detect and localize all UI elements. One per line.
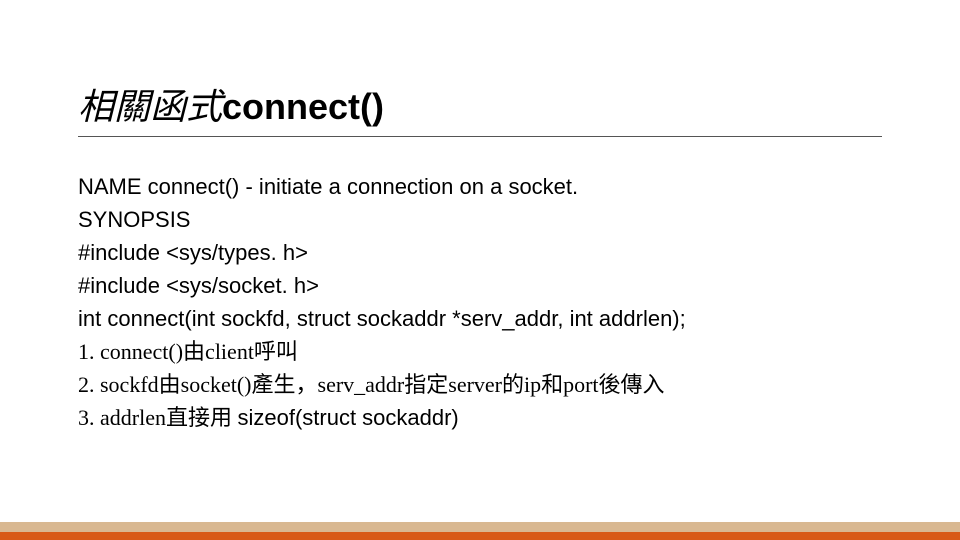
slide-title: 相關函式connect() [78, 78, 882, 137]
slide: { "title": { "cjk": "相關函式", "latin": "co… [0, 0, 960, 540]
footer-orange [0, 532, 960, 540]
line-synopsis: SYNOPSIS [78, 203, 898, 236]
line-include-2: #include <sys/socket. h> [78, 269, 898, 302]
note-3-prefix: 3. addrlen直接用 [78, 405, 237, 430]
footer-bar [0, 522, 960, 540]
line-prototype: int connect(int sockfd, struct sockaddr … [78, 302, 898, 335]
line-include-1: #include <sys/types. h> [78, 236, 898, 269]
note-1-text: 1. connect()由client呼叫 [78, 339, 298, 364]
footer-tan [0, 522, 960, 532]
line-note-2: 2. sockfd由socket()產生，serv_addr指定server的i… [78, 368, 898, 401]
title-cjk: 相關函式 [78, 87, 222, 127]
title-latin: connect() [222, 86, 384, 127]
note-2-text: 2. sockfd由socket()產生，serv_addr指定server的i… [78, 372, 665, 397]
note-3-sizeof: sizeof(struct sockaddr) [237, 405, 458, 430]
slide-body: NAME connect() - initiate a connection o… [78, 170, 898, 434]
line-note-3: 3. addrlen直接用 sizeof(struct sockaddr) [78, 401, 898, 434]
line-note-1: 1. connect()由client呼叫 [78, 335, 898, 368]
line-name: NAME connect() - initiate a connection o… [78, 170, 898, 203]
